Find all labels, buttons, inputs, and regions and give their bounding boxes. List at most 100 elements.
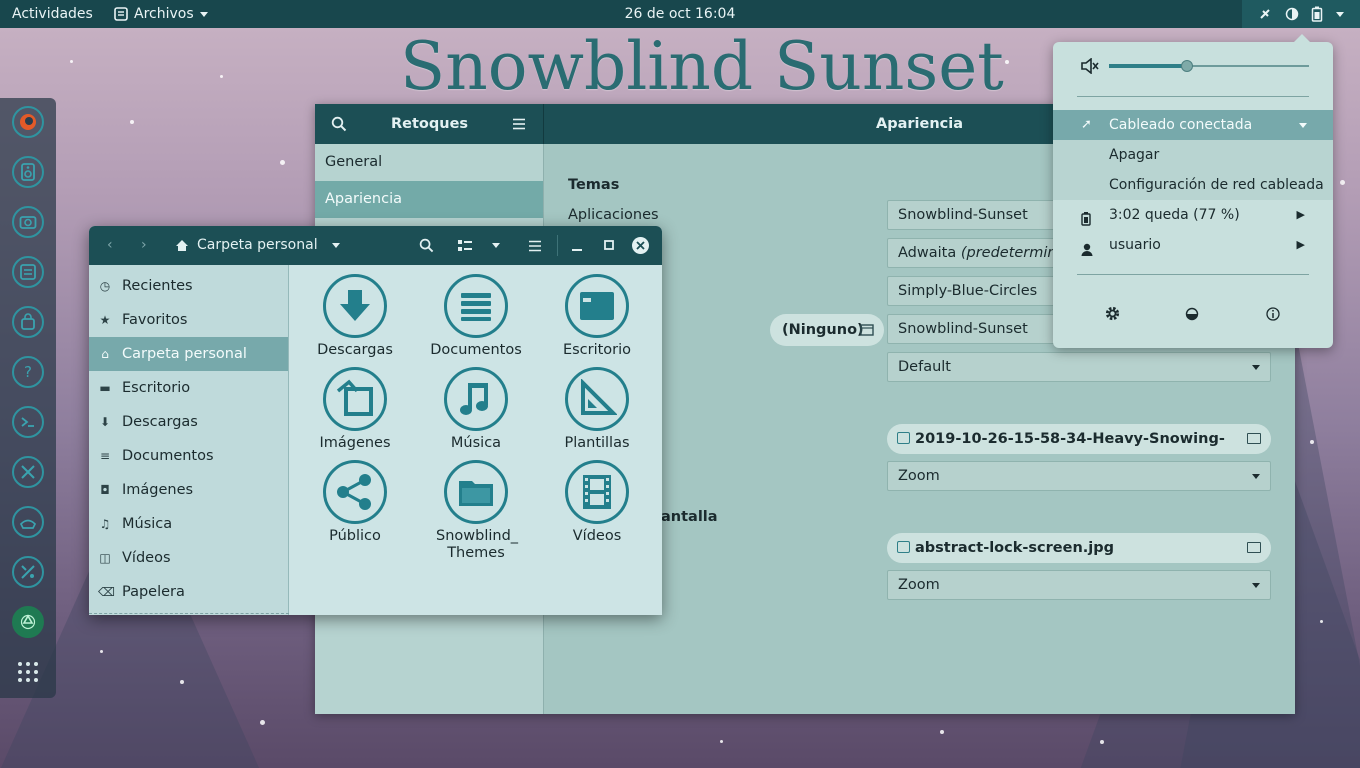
place-carpeta-personal[interactable]: ⌂ Carpeta personal — [89, 337, 288, 371]
chevron-down-icon — [331, 243, 340, 248]
background-adjust-value: Zoom — [898, 468, 940, 484]
terminal-icon[interactable] — [12, 406, 44, 438]
minimize-icon[interactable] — [572, 240, 582, 252]
help-icon[interactable]: ? — [12, 356, 44, 388]
icons-theme-value: Simply-Blue-Circles — [898, 283, 1038, 299]
gear-icon[interactable] — [1104, 305, 1121, 322]
place-label: Imágenes — [122, 482, 194, 498]
place-favoritos[interactable]: ★ Favoritos — [89, 303, 288, 337]
place-documentos[interactable]: ≡ Documentos — [89, 439, 288, 473]
sound-theme-combo[interactable]: Default — [887, 352, 1271, 382]
folder-label: Snowblind_ Themes — [436, 528, 519, 561]
image-file-icon — [897, 432, 910, 444]
shell-theme-value: Snowblind-Sunset — [898, 321, 1028, 337]
user-item[interactable]: usuario ▶ — [1053, 230, 1333, 260]
close-icon[interactable] — [632, 237, 649, 254]
location-button[interactable]: Carpeta personal — [175, 226, 340, 265]
folder-musica[interactable]: Música — [416, 367, 536, 451]
template-folder-icon — [565, 367, 629, 431]
folder-documentos[interactable]: Documentos — [416, 274, 536, 358]
chevron-down-icon — [1252, 365, 1260, 370]
applications-label: Aplicaciones — [568, 207, 659, 223]
sound-theme-value: Default — [898, 359, 951, 375]
settings-tools-icon[interactable] — [12, 456, 44, 488]
folder-snowblind-themes[interactable]: Snowblind_ Themes — [416, 460, 536, 562]
place-recientes[interactable]: ◷ Recientes — [89, 269, 288, 303]
back-button[interactable]: ‹ — [107, 226, 113, 265]
trash-icon: ⌫ — [98, 585, 115, 599]
info-icon[interactable] — [1266, 307, 1280, 321]
lock-screen-adjust-combo[interactable]: Zoom — [887, 570, 1271, 600]
place-descargas[interactable]: ⬇ Descargas — [89, 405, 288, 439]
files-headerbar: ‹ › Carpeta personal — [89, 226, 662, 265]
app-menu-button[interactable]: Archivos — [114, 0, 208, 28]
audio-player-icon[interactable] — [12, 156, 44, 188]
file-manager-icon[interactable] — [12, 256, 44, 288]
hamburger-menu-icon[interactable] — [513, 118, 525, 130]
document-icon: ≡ — [99, 449, 111, 463]
view-options-chevron-icon[interactable] — [492, 243, 500, 248]
activities-button[interactable]: Actividades — [12, 0, 93, 28]
folder-label: Escritorio — [562, 342, 632, 358]
chevron-down-icon — [199, 11, 208, 17]
recycle-icon[interactable] — [12, 606, 44, 638]
chevron-down-icon — [1299, 123, 1307, 128]
folder-open-icon — [1247, 433, 1261, 444]
wired-network-icon — [1260, 9, 1270, 19]
section-themes-heading: Temas — [568, 177, 620, 193]
wired-settings-item[interactable]: Configuración de red cableada — [1053, 170, 1333, 200]
files-window: ‹ › Carpeta personal ◷ Recientes ★ Favorit… — [89, 226, 662, 615]
remote-desktop-icon[interactable] — [12, 506, 44, 538]
folder-descargas[interactable]: Descargas — [295, 274, 415, 358]
place-videos[interactable]: ◫ Vídeos — [89, 541, 288, 575]
sidebar-item-appearance[interactable]: Apariencia — [315, 181, 543, 218]
lock-screen-adjust-value: Zoom — [898, 577, 940, 593]
place-label: Recientes — [122, 278, 193, 294]
place-imagenes[interactable]: ◘ Imágenes — [89, 473, 288, 507]
legacy-theme-none-button[interactable]: (Ninguno) — [770, 314, 884, 346]
place-label: Descargas — [122, 414, 198, 430]
background-image-button[interactable]: 2019-10-26-15-58-34-Heavy-Snowing-Forest… — [887, 424, 1271, 477]
places-sidebar: ◷ Recientes ★ Favoritos ⌂ Carpeta personal … — [89, 265, 289, 615]
place-papelera[interactable]: ⌫ Papelera — [89, 575, 288, 609]
battery-item[interactable]: 3:02 queda (77 %) ▶ — [1053, 200, 1333, 230]
background-adjust-combo[interactable]: Zoom — [887, 461, 1271, 491]
wallpaper-title: Snowblind Sunset — [400, 28, 1004, 105]
screenshot-icon[interactable] — [12, 206, 44, 238]
home-icon: ⌂ — [101, 347, 109, 361]
image-folder-icon — [323, 367, 387, 431]
clock-button[interactable]: 26 de oct 16:04 — [625, 6, 736, 22]
forward-button[interactable]: › — [141, 226, 147, 265]
search-icon[interactable] — [419, 238, 434, 253]
lock-screen-icon[interactable] — [1185, 307, 1199, 321]
place-escritorio[interactable]: ▬ Escritorio — [89, 371, 288, 405]
place-musica[interactable]: ♫ Música — [89, 507, 288, 541]
lock-screen-image-button[interactable]: abstract-lock-screen.jpg — [887, 533, 1271, 563]
folder-escritorio[interactable]: Escritorio — [537, 274, 657, 358]
tweaks-tools-icon[interactable] — [12, 556, 44, 588]
image-icon: ◘ — [100, 483, 110, 497]
volume-slider[interactable] — [1109, 60, 1309, 72]
hamburger-menu-icon[interactable] — [529, 240, 541, 252]
firefox-icon[interactable] — [12, 106, 44, 138]
system-tray[interactable] — [1242, 0, 1360, 28]
software-store-icon[interactable] — [12, 306, 44, 338]
lock-screen-image-name: abstract-lock-screen.jpg — [915, 540, 1114, 556]
wired-off-item[interactable]: Apagar — [1053, 140, 1333, 170]
folder-imagenes[interactable]: Imágenes — [295, 367, 415, 451]
separator — [1077, 96, 1309, 97]
folder-publico[interactable]: Público — [295, 460, 415, 544]
folder-plantillas[interactable]: Plantillas — [537, 367, 657, 451]
file-manager-icon — [114, 7, 128, 21]
maximize-icon[interactable] — [604, 240, 614, 250]
folder-videos[interactable]: Vídeos — [537, 460, 657, 544]
location-label: Carpeta personal — [197, 237, 318, 253]
desktop-folder-icon — [565, 274, 629, 338]
wired-connection-item[interactable]: ➚ Cableado conectada — [1053, 110, 1333, 140]
volume-slider-handle[interactable] — [1181, 60, 1193, 72]
cursor-theme-value: Adwaita — [898, 245, 961, 261]
app-grid-icon[interactable] — [12, 656, 44, 688]
view-list-icon[interactable] — [458, 240, 472, 252]
sidebar-item-general[interactable]: General — [315, 144, 543, 181]
folder-label: Descargas — [317, 342, 393, 358]
